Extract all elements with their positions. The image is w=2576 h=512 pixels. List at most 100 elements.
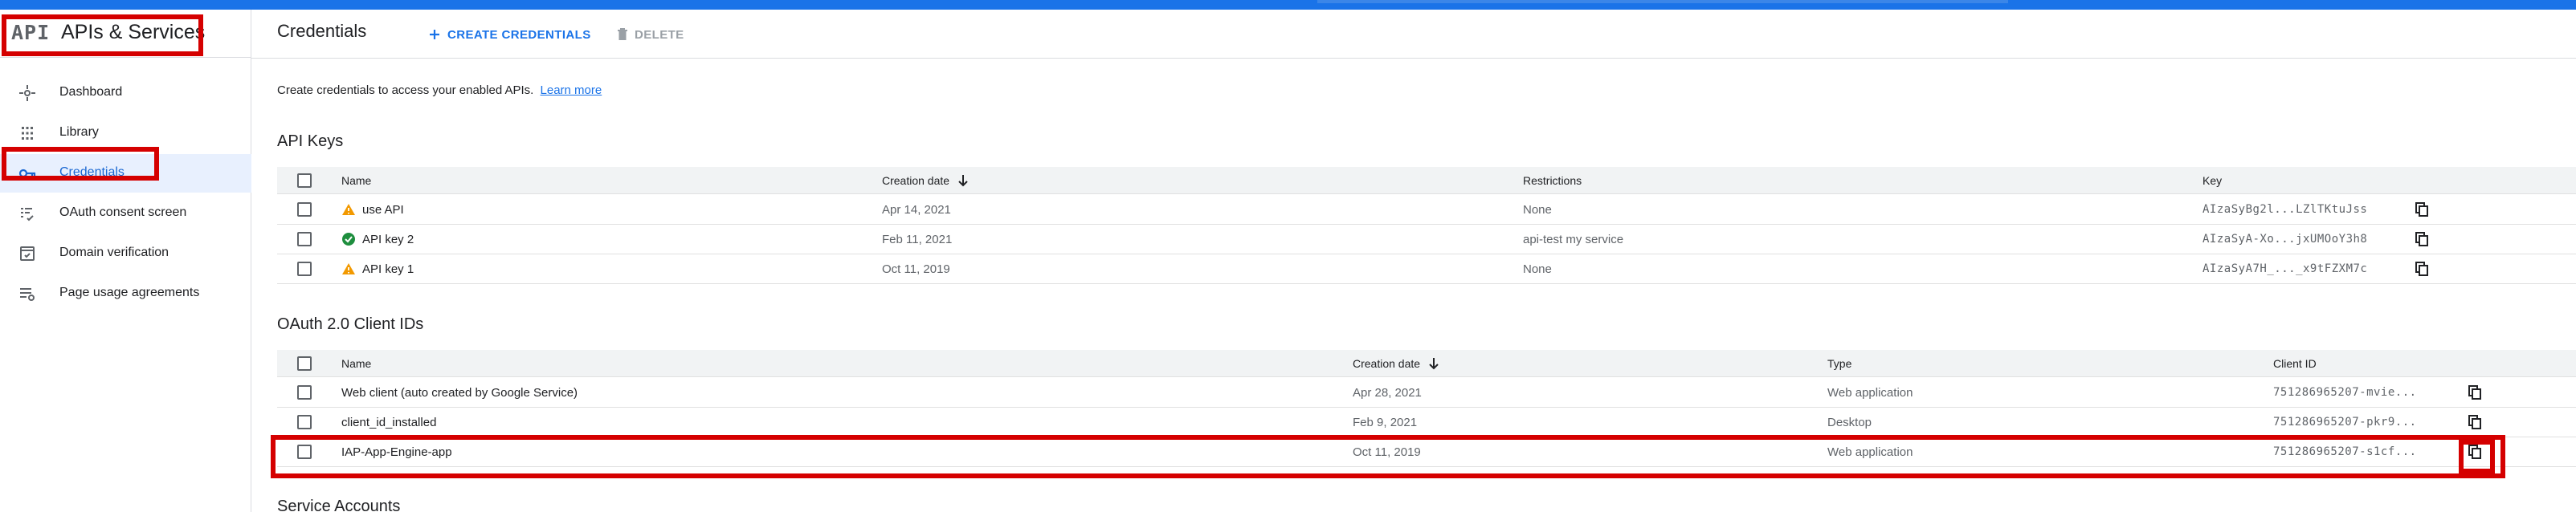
row-checkbox-cell	[297, 254, 312, 283]
key-cell: AIzaSyA7H_..._x9tFZXM7c	[2202, 262, 2368, 275]
intro-text: Create credentials to access your enable…	[277, 83, 602, 97]
column-header-label: Creation date	[882, 173, 950, 187]
name-cell: use API	[341, 195, 404, 224]
copy-icon	[2468, 385, 2481, 400]
agreements-icon	[20, 288, 35, 301]
type-cell: Web application	[1827, 445, 1913, 459]
consent-screen-icon	[21, 208, 34, 221]
table-row[interactable]: API key 1 Oct 11, 2019 None AIzaSyA7H_..…	[277, 254, 2576, 284]
select-all-cell	[297, 167, 312, 193]
sidebar-item-domain-verification[interactable]: Domain verification	[0, 234, 251, 273]
restrictions-cell: api-test my service	[1523, 232, 1624, 246]
table-row[interactable]: Web client (auto created by Google Servi…	[277, 378, 2576, 408]
domain-verification-icon	[20, 246, 35, 261]
client-id-cell: 751286965207-pkr9...	[2273, 416, 2417, 429]
key-icon	[18, 169, 36, 178]
top-loading-bar	[0, 0, 2576, 10]
product-title[interactable]: APIs & Services	[61, 21, 205, 44]
trash-icon	[618, 28, 627, 40]
api-key-name[interactable]: API key 2	[362, 233, 414, 246]
copy-key-button[interactable]	[2415, 225, 2428, 254]
plus-icon	[430, 30, 439, 39]
column-header-name[interactable]: Name	[341, 350, 371, 376]
column-header-name[interactable]: Name	[341, 167, 371, 193]
service-accounts-heading: Service Accounts	[277, 498, 401, 512]
row-checkbox-cell	[297, 437, 312, 466]
name-cell: API key 1	[341, 254, 414, 283]
select-all-checkbox[interactable]	[297, 173, 312, 188]
copy-client-id-button[interactable]	[2468, 437, 2481, 466]
sidebar-item-page-usage-agreements[interactable]: Page usage agreements	[0, 274, 251, 313]
table-row[interactable]: client_id_installed Feb 9, 2021 Desktop …	[277, 408, 2576, 437]
restrictions-cell: None	[1523, 262, 1552, 276]
creation-date-cell: Oct 11, 2019	[1353, 445, 1421, 459]
sidebar-item-label: Page usage agreements	[59, 286, 200, 299]
api-keys-heading: API Keys	[277, 132, 344, 150]
copy-client-id-button[interactable]	[2468, 378, 2481, 407]
api-key-name[interactable]: use API	[362, 203, 404, 217]
creation-date-cell: Feb 9, 2021	[1353, 415, 1418, 429]
copy-key-button[interactable]	[2415, 254, 2428, 283]
select-all-checkbox[interactable]	[297, 356, 312, 371]
sidebar-item-label: Credentials	[59, 165, 125, 179]
row-checkbox[interactable]	[297, 445, 312, 459]
table-header-row: Name Creation date Type Client ID	[277, 350, 2576, 377]
client-name[interactable]: Web client (auto created by Google Servi…	[341, 378, 578, 407]
select-all-cell	[297, 350, 312, 376]
column-header-creation-date[interactable]: Creation date	[1353, 350, 1439, 376]
row-checkbox-cell	[297, 378, 312, 407]
sidebar-item-label: Library	[59, 125, 99, 139]
client-id-cell: 751286965207-mvie...	[2273, 386, 2417, 399]
creation-date-cell: Oct 11, 2019	[882, 262, 950, 276]
column-header-restrictions[interactable]: Restrictions	[1523, 167, 1582, 193]
intro-sentence: Create credentials to access your enable…	[277, 83, 534, 97]
library-icon	[22, 127, 33, 140]
create-credentials-button[interactable]: CREATE CREDENTIALS	[428, 24, 591, 45]
copy-icon	[2415, 202, 2428, 217]
sort-descending-icon	[1429, 357, 1439, 369]
copy-icon	[2468, 445, 2481, 459]
row-checkbox-cell	[297, 408, 312, 437]
sidebar-item-label: Domain verification	[59, 246, 169, 259]
column-header-key[interactable]: Key	[2202, 167, 2222, 193]
sidebar-item-oauth-consent-screen[interactable]: OAuth consent screen	[0, 194, 251, 233]
sidebar-item-library[interactable]: Library	[0, 114, 251, 152]
sort-descending-icon	[958, 174, 968, 186]
row-checkbox[interactable]	[297, 415, 312, 429]
row-checkbox[interactable]	[297, 385, 312, 400]
column-header-client-id[interactable]: Client ID	[2273, 350, 2317, 376]
sidebar-item-credentials[interactable]: Credentials	[0, 154, 251, 193]
oauth-client-ids-heading: OAuth 2.0 Client IDs	[277, 315, 424, 333]
restrictions-cell: None	[1523, 202, 1552, 217]
api-logo-icon: API	[11, 21, 51, 44]
api-key-name[interactable]: API key 1	[362, 262, 414, 276]
delete-label: DELETE	[635, 27, 684, 42]
type-cell: Desktop	[1827, 415, 1872, 429]
learn-more-link[interactable]: Learn more	[541, 83, 602, 97]
sidebar-item-label: OAuth consent screen	[59, 205, 187, 219]
table-row[interactable]: IAP-App-Engine-app Oct 11, 2019 Web appl…	[277, 437, 2576, 467]
warning-icon	[342, 204, 355, 215]
copy-client-id-button[interactable]	[2468, 408, 2481, 437]
check-circle-icon	[342, 233, 355, 246]
sidebar-item-dashboard[interactable]: Dashboard	[0, 74, 251, 112]
brand-header: API APIs & Services	[0, 10, 251, 58]
client-name[interactable]: IAP-App-Engine-app	[341, 437, 452, 466]
sidebar-item-label: Dashboard	[59, 85, 123, 99]
row-checkbox[interactable]	[297, 262, 312, 276]
delete-button[interactable]: DELETE	[617, 24, 684, 45]
page-header: Credentials CREATE CREDENTIALS DELETE	[251, 10, 2576, 59]
client-id-cell: 751286965207-s1cf...	[2273, 445, 2417, 458]
column-header-creation-date[interactable]: Creation date	[882, 167, 969, 193]
row-checkbox[interactable]	[297, 202, 312, 217]
row-checkbox[interactable]	[297, 232, 312, 246]
table-row[interactable]: API key 2 Feb 11, 2021 api-test my servi…	[277, 225, 2576, 254]
copy-key-button[interactable]	[2415, 195, 2428, 224]
column-header-type[interactable]: Type	[1827, 350, 1851, 376]
client-name[interactable]: client_id_installed	[341, 408, 436, 437]
loading-indicator	[1317, 0, 2008, 3]
table-row[interactable]: use API Apr 14, 2021 None AIzaSyBg2l...L…	[277, 195, 2576, 225]
dashboard-icon	[19, 85, 35, 101]
creation-date-cell: Feb 11, 2021	[882, 232, 953, 246]
table-header-row: Name Creation date Restrictions Key	[277, 167, 2576, 194]
